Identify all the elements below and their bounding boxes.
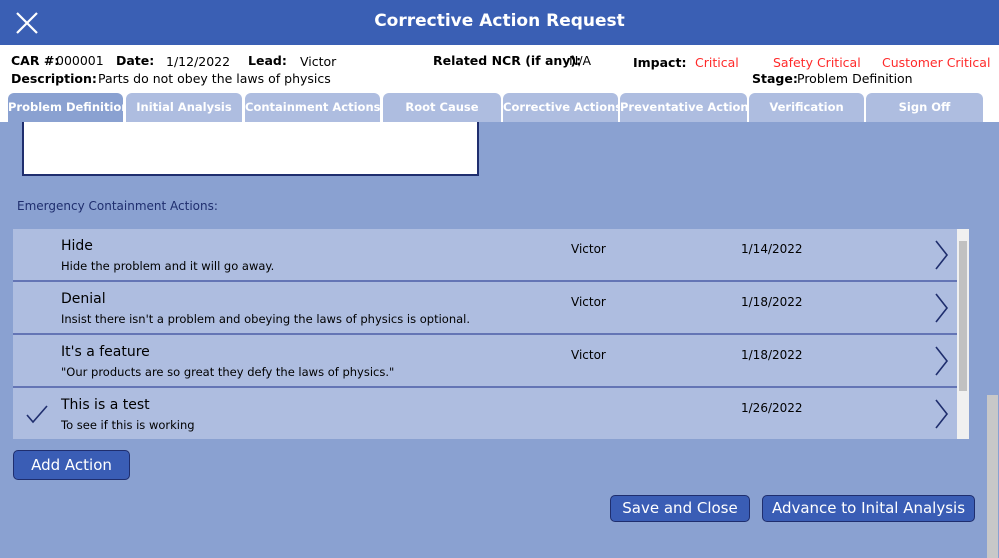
action-description: To see if this is working: [61, 418, 195, 432]
tab-preventative-actions[interactable]: Preventative Actions: [620, 93, 747, 122]
chevron-right-icon[interactable]: [933, 239, 949, 271]
lead-value: Victor: [300, 54, 337, 69]
car-value: 000001: [56, 53, 104, 68]
date-value: 1/12/2022: [166, 54, 231, 69]
checkmark-icon[interactable]: [25, 404, 49, 424]
problem-text-input[interactable]: [22, 122, 479, 176]
ncr-value: N/A: [569, 53, 592, 68]
title-bar: Corrective Action Request: [0, 0, 999, 45]
action-description: Insist there isn't a problem and obeying…: [61, 312, 471, 326]
car-label: CAR #:: [11, 53, 60, 68]
description-label: Description:: [11, 71, 97, 86]
action-description: "Our products are so great they defy the…: [61, 365, 395, 379]
stage-label: Stage:: [752, 71, 798, 86]
list-item[interactable]: Denial Insist there isn't a problem and …: [13, 282, 957, 335]
actions-list: Hide Hide the problem and it will go awa…: [13, 229, 969, 439]
save-and-close-button[interactable]: Save and Close: [610, 495, 750, 522]
page-title: Corrective Action Request: [374, 11, 625, 31]
list-item[interactable]: This is a test To see if this is working…: [13, 388, 957, 439]
section-label: Emergency Containment Actions:: [17, 199, 218, 213]
action-person: Victor: [571, 348, 606, 362]
action-date: 1/26/2022: [741, 401, 803, 415]
advance-button[interactable]: Advance to Inital Analysis: [762, 495, 975, 522]
chevron-right-icon[interactable]: [933, 398, 949, 430]
date-label: Date:: [116, 53, 155, 68]
ncr-label: Related NCR (if any):: [433, 53, 582, 68]
tab-corrective-actions[interactable]: Corrective Actions: [503, 93, 618, 122]
chevron-right-icon[interactable]: [933, 345, 949, 377]
action-date: 1/18/2022: [741, 348, 803, 362]
action-date: 1/18/2022: [741, 295, 803, 309]
action-title: Hide: [61, 238, 93, 254]
action-person: Victor: [571, 295, 606, 309]
page-scrollbar-thumb[interactable]: [987, 395, 998, 558]
action-title: This is a test: [61, 397, 150, 413]
list-item[interactable]: Hide Hide the problem and it will go awa…: [13, 229, 957, 282]
add-action-button[interactable]: Add Action: [13, 450, 130, 480]
description-value: Parts do not obey the laws of physics: [98, 71, 331, 86]
chevron-right-icon[interactable]: [933, 292, 949, 324]
tab-verification[interactable]: Verification: [749, 93, 864, 122]
tab-problem-definition[interactable]: Problem Definition: [8, 93, 123, 122]
car-info: CAR #: 000001 Date: 1/12/2022 Lead: Vict…: [0, 45, 999, 93]
list-scrollbar[interactable]: [957, 229, 969, 439]
impact-critical: Critical: [695, 55, 739, 70]
impact-label: Impact:: [633, 55, 687, 70]
action-description: Hide the problem and it will go away.: [61, 259, 275, 273]
lead-label: Lead:: [248, 53, 287, 68]
action-person: Victor: [571, 242, 606, 256]
action-date: 1/14/2022: [741, 242, 803, 256]
action-title: Denial: [61, 291, 106, 307]
impact-customer-critical: Customer Critical: [882, 55, 991, 70]
action-title: It's a feature: [61, 344, 150, 360]
list-item[interactable]: It's a feature "Our products are so grea…: [13, 335, 957, 388]
tab-containment-actions[interactable]: Containment Actions: [245, 93, 380, 122]
tab-initial-analysis[interactable]: Initial Analysis: [126, 93, 242, 122]
list-scrollbar-thumb[interactable]: [959, 241, 967, 391]
stage-value: Problem Definition: [797, 71, 913, 86]
tab-root-cause[interactable]: Root Cause: [383, 93, 501, 122]
stage-tabs: Problem Definition Initial Analysis Cont…: [0, 93, 999, 122]
tab-sign-off[interactable]: Sign Off: [866, 93, 983, 122]
page-scrollbar[interactable]: [986, 122, 999, 558]
impact-safety-critical: Safety Critical: [773, 55, 861, 70]
